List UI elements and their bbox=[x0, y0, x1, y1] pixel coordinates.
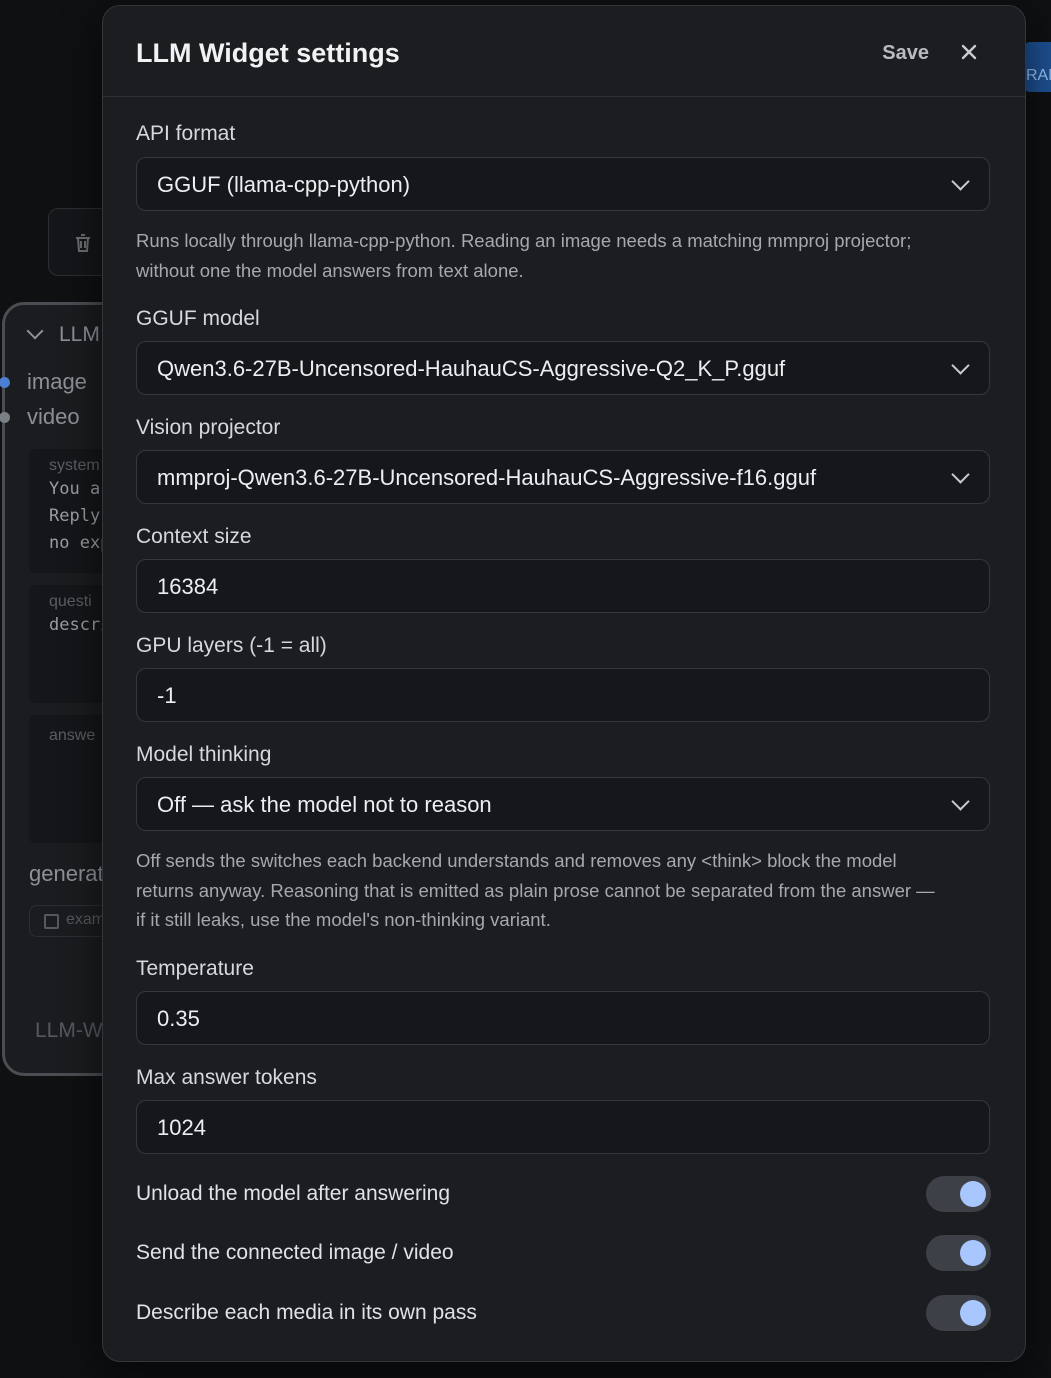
chevron-down-icon bbox=[951, 792, 970, 811]
question-label: questi bbox=[49, 593, 92, 610]
chevron-down-icon bbox=[951, 356, 970, 375]
help-line: without one the model answers from text … bbox=[136, 259, 524, 281]
chevron-down-icon bbox=[951, 172, 970, 191]
api-format-value: GGUF (llama-cpp-python) bbox=[157, 172, 411, 197]
api-format-select[interactable]: GGUF (llama-cpp-python) bbox=[136, 157, 990, 211]
chevron-down-icon bbox=[26, 322, 44, 340]
model-thinking-value: Off — ask the model not to reason bbox=[157, 792, 492, 817]
separate-pass-label: Describe each media in its own pass bbox=[136, 1301, 477, 1324]
modal-title: LLM Widget settings bbox=[136, 38, 400, 68]
model-thinking-label: Model thinking bbox=[136, 743, 272, 766]
context-size-label: Context size bbox=[136, 525, 252, 548]
gpu-layers-label: GPU layers (-1 = all) bbox=[136, 634, 327, 657]
node-header[interactable]: LLM bbox=[26, 322, 100, 347]
vision-projector-label: Vision projector bbox=[136, 416, 281, 439]
context-size-value: 16384 bbox=[157, 574, 219, 599]
checkbox-icon bbox=[44, 914, 59, 929]
gguf-model-select[interactable]: Qwen3.6-27B-Uncensored-HauhauCS-Aggressi… bbox=[136, 341, 990, 395]
modal-header: LLM Widget settings Save bbox=[103, 6, 1025, 97]
save-button[interactable]: Save bbox=[882, 42, 929, 65]
send-media-label: Send the connected image / video bbox=[136, 1241, 454, 1264]
video-port[interactable] bbox=[0, 412, 10, 423]
toggle-knob bbox=[960, 1240, 986, 1266]
help-line: Runs locally through llama-cpp-python. R… bbox=[136, 230, 912, 251]
gpu-layers-input[interactable]: -1 bbox=[136, 668, 990, 722]
run-button-label: RAN bbox=[1026, 67, 1051, 84]
image-port[interactable] bbox=[0, 377, 10, 388]
port-label-image: image bbox=[27, 369, 87, 394]
context-size-input[interactable]: 16384 bbox=[136, 559, 990, 613]
port-label-video: video bbox=[27, 404, 80, 429]
temperature-input[interactable]: 0.35 bbox=[136, 991, 990, 1045]
gpu-layers-value: -1 bbox=[157, 683, 177, 708]
chevron-down-icon bbox=[951, 465, 970, 484]
generate-label: generat bbox=[29, 861, 104, 886]
help-line: Off sends the switches each backend unde… bbox=[136, 850, 897, 871]
close-button[interactable] bbox=[957, 40, 981, 64]
node-footer: LLM-W bbox=[35, 1019, 103, 1042]
help-line: returns anyway. Reasoning that is emitte… bbox=[136, 879, 935, 901]
toggle-knob bbox=[960, 1181, 986, 1207]
help-line: if it still leaks, use the model's non-t… bbox=[136, 909, 551, 930]
system-line: Reply bbox=[49, 506, 101, 526]
answer-label: answe bbox=[49, 727, 96, 744]
trash-icon bbox=[76, 234, 90, 252]
gguf-model-label: GGUF model bbox=[136, 307, 260, 330]
system-label: system bbox=[49, 457, 100, 474]
max-answer-tokens-value: 1024 bbox=[157, 1115, 206, 1140]
model-thinking-select[interactable]: Off — ask the model not to reason bbox=[136, 777, 990, 831]
vision-projector-select[interactable]: mmproj-Qwen3.6-27B-Uncensored-HauhauCS-A… bbox=[136, 450, 990, 504]
max-answer-tokens-label: Max answer tokens bbox=[136, 1066, 317, 1089]
node-title: LLM bbox=[59, 323, 100, 346]
close-icon bbox=[961, 44, 977, 60]
example-label: exam bbox=[66, 911, 106, 928]
send-media-toggle[interactable] bbox=[926, 1235, 991, 1271]
run-button[interactable]: RAN bbox=[1024, 42, 1051, 92]
model-thinking-help: Off sends the switches each backend unde… bbox=[136, 846, 996, 935]
api-format-help: Runs locally through llama-cpp-python. R… bbox=[136, 226, 996, 285]
unload-model-label: Unload the model after answering bbox=[136, 1182, 451, 1205]
gguf-model-value: Qwen3.6-27B-Uncensored-HauhauCS-Aggressi… bbox=[157, 356, 786, 381]
api-format-label: API format bbox=[136, 122, 236, 145]
max-answer-tokens-input[interactable]: 1024 bbox=[136, 1100, 990, 1154]
vision-projector-value: mmproj-Qwen3.6-27B-Uncensored-HauhauCS-A… bbox=[157, 465, 817, 490]
settings-modal: LLM Widget settings Save API format GGUF… bbox=[102, 5, 1026, 1362]
unload-model-toggle[interactable] bbox=[926, 1176, 991, 1212]
temperature-label: Temperature bbox=[136, 957, 254, 980]
temperature-value: 0.35 bbox=[157, 1006, 200, 1031]
toggle-knob bbox=[960, 1300, 986, 1326]
separate-pass-toggle[interactable] bbox=[926, 1295, 991, 1331]
